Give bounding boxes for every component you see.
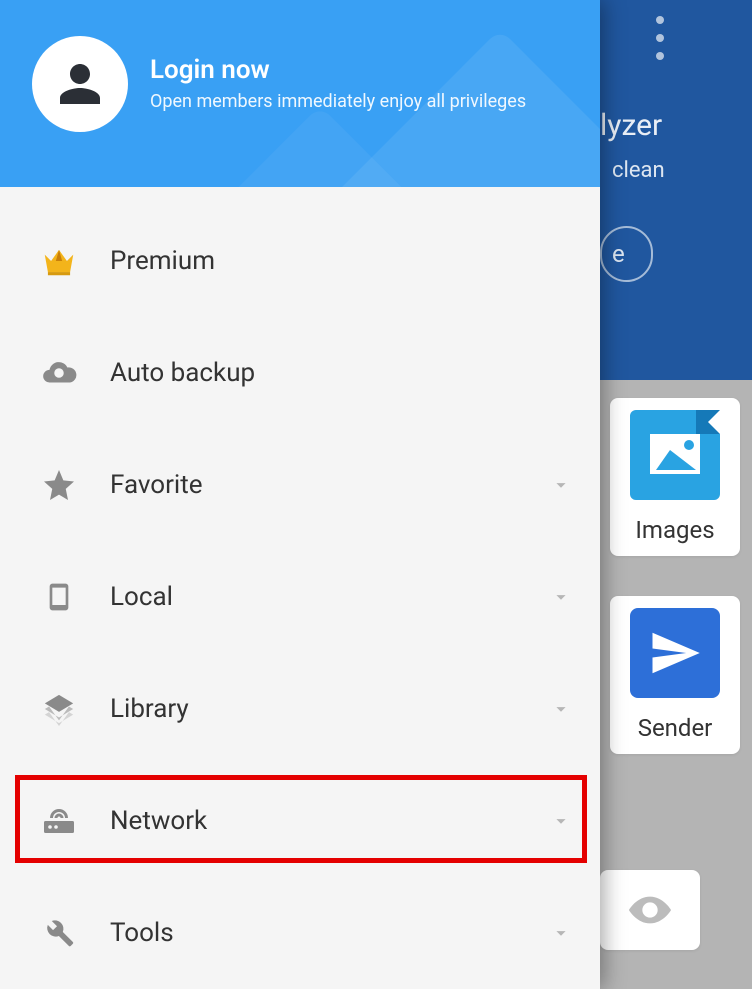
bg-card-images[interactable]: Images [610, 398, 740, 556]
menu-label: Premium [110, 246, 572, 276]
menu-label: Favorite [110, 470, 550, 500]
menu-item-favorite[interactable]: Favorite [0, 429, 600, 541]
star-icon [36, 467, 82, 503]
drawer-menu: Premium Auto backup Favorite [0, 187, 600, 989]
bg-card-hidden[interactable] [600, 870, 700, 950]
chevron-down-icon [550, 922, 572, 944]
menu-label: Local [110, 582, 550, 612]
menu-item-network[interactable]: Network [0, 765, 600, 877]
navigation-drawer: Login now Open members immediately enjoy… [0, 0, 600, 989]
wrench-icon [36, 916, 82, 950]
overflow-menu-icon[interactable] [646, 8, 674, 68]
images-file-icon [630, 410, 720, 500]
menu-item-library[interactable]: Library [0, 653, 600, 765]
paper-plane-icon [630, 608, 720, 698]
cloud-icon [36, 354, 82, 392]
menu-label: Auto backup [110, 358, 572, 388]
menu-item-premium[interactable]: Premium [0, 205, 600, 317]
menu-item-tools[interactable]: Tools [0, 877, 600, 989]
chevron-down-icon [550, 586, 572, 608]
bg-title-fragment: lyzer [600, 108, 662, 143]
phone-icon [36, 578, 82, 616]
layers-icon [36, 692, 82, 726]
bg-card-sender-label: Sender [638, 714, 713, 742]
bg-card-sender[interactable]: Sender [610, 596, 740, 754]
network-icon [36, 806, 82, 836]
login-header[interactable]: Login now Open members immediately enjoy… [0, 0, 600, 187]
chevron-down-icon [550, 810, 572, 832]
chevron-down-icon [550, 474, 572, 496]
login-subtitle: Open members immediately enjoy all privi… [150, 91, 526, 112]
bg-subtitle-fragment: clean [612, 158, 665, 183]
chevron-down-icon [550, 698, 572, 720]
crown-icon [36, 242, 82, 280]
menu-label: Library [110, 694, 550, 724]
avatar-icon [32, 36, 128, 132]
login-title: Login now [150, 55, 526, 85]
bg-card-images-label: Images [635, 516, 714, 544]
menu-item-auto-backup[interactable]: Auto backup [0, 317, 600, 429]
menu-item-local[interactable]: Local [0, 541, 600, 653]
menu-label: Network [110, 806, 550, 836]
menu-label: Tools [110, 918, 550, 948]
bg-action-button[interactable]: e [600, 226, 653, 282]
